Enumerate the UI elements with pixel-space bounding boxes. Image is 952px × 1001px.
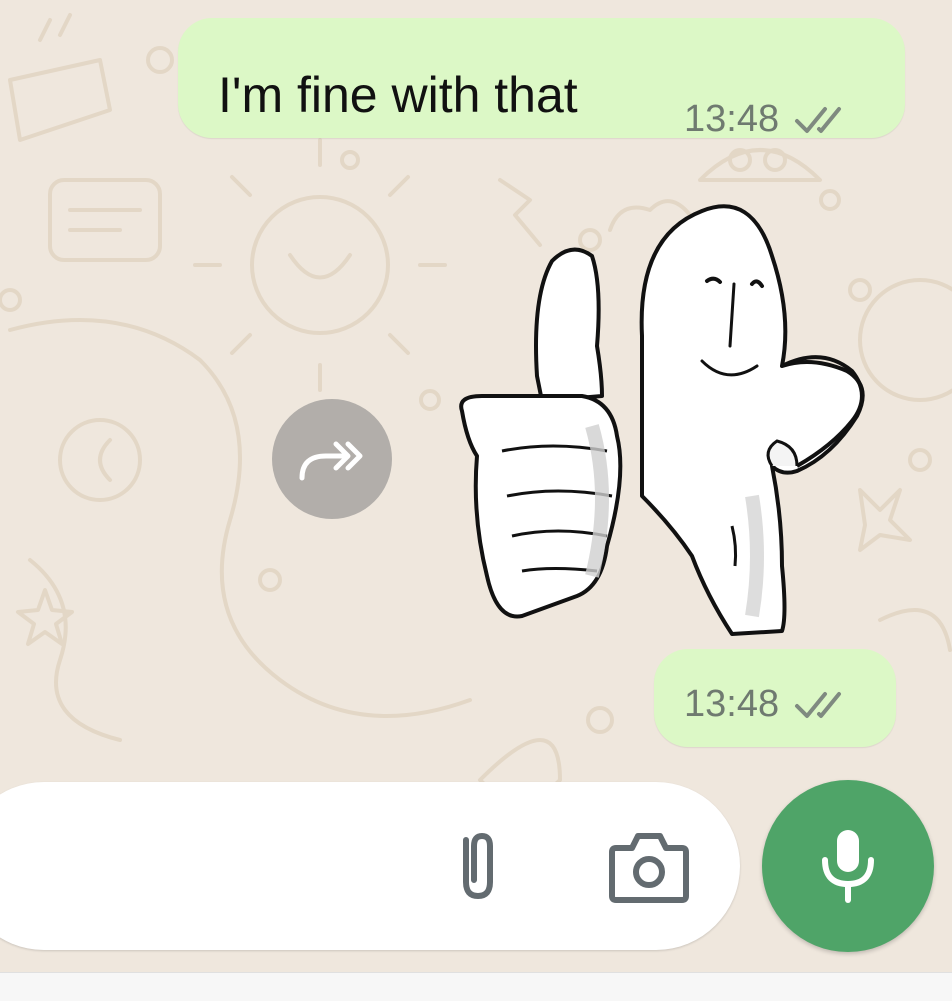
mic-button[interactable] bbox=[762, 780, 934, 952]
message-text: I'm fine with that bbox=[218, 67, 578, 123]
sticker-time-bubble: 13:48 bbox=[654, 649, 896, 747]
double-check-icon bbox=[795, 691, 842, 718]
message-bubble-outgoing[interactable]: I'm fine with that 13:48 bbox=[178, 18, 905, 141]
bottom-nav-strip bbox=[0, 972, 952, 1001]
message-meta: 13:48 bbox=[684, 683, 851, 726]
forward-icon bbox=[299, 441, 363, 481]
message-time: 13:48 bbox=[684, 98, 780, 140]
message-meta: 13:48 bbox=[684, 98, 851, 141]
double-check-icon bbox=[795, 106, 842, 133]
message-time: 13:48 bbox=[684, 683, 780, 725]
paperclip-icon[interactable] bbox=[448, 826, 504, 906]
camera-icon[interactable] bbox=[606, 828, 692, 906]
forward-button[interactable] bbox=[272, 399, 392, 519]
sticker-thumbs-up[interactable] bbox=[452, 196, 882, 636]
microphone-icon bbox=[822, 830, 874, 903]
